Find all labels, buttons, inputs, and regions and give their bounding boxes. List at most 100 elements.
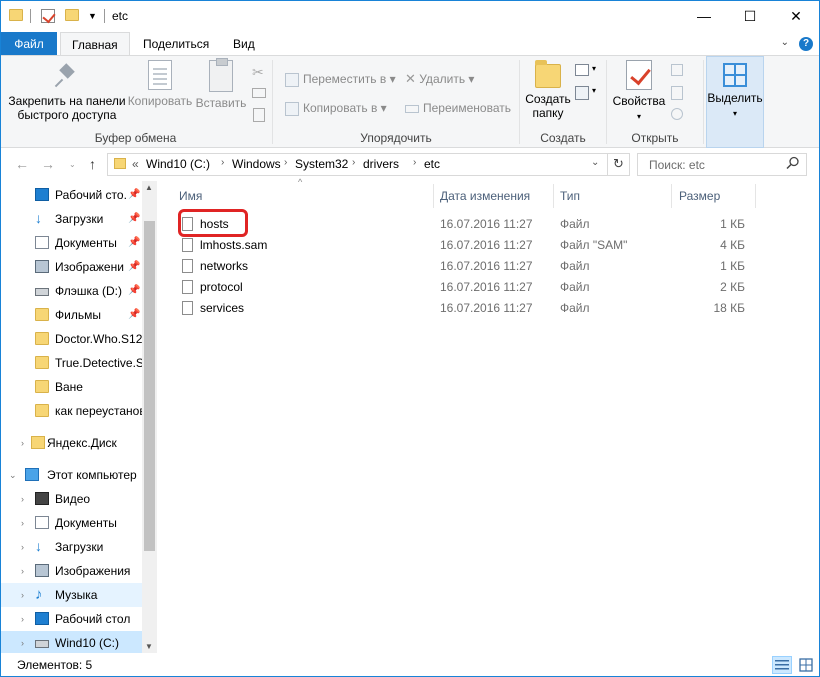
- close-button[interactable]: ✕: [773, 1, 819, 32]
- expand-chevron-icon[interactable]: ›: [21, 559, 24, 583]
- nav-item-downloads-pinned[interactable]: ↓ Загрузки 📌: [1, 207, 143, 231]
- breadcrumb-drivers[interactable]: drivers: [363, 157, 399, 171]
- history-icon[interactable]: [671, 108, 683, 120]
- tab-share[interactable]: Поделиться: [132, 32, 220, 56]
- nav-item-desktop[interactable]: › Рабочий стол: [1, 607, 143, 631]
- tab-home[interactable]: Главная: [60, 32, 130, 56]
- scroll-down-icon[interactable]: ▼: [145, 642, 153, 651]
- nav-item-documents[interactable]: › Документы: [1, 511, 143, 535]
- address-overflow[interactable]: «: [132, 157, 139, 171]
- up-arrow-icon[interactable]: ↑: [89, 156, 96, 172]
- address-dropdown-icon[interactable]: ⌄: [591, 157, 599, 168]
- nav-item-drive-c[interactable]: › Wind10 (C:): [1, 631, 143, 653]
- select-button[interactable]: Выделить ▾: [707, 61, 763, 121]
- refresh-icon[interactable]: ↻: [613, 156, 624, 172]
- breadcrumb-separator-icon[interactable]: ›: [352, 157, 355, 168]
- paste-button[interactable]: Вставить: [195, 58, 247, 110]
- column-separator[interactable]: [553, 184, 554, 208]
- quick-access-new-folder-icon[interactable]: [65, 9, 79, 21]
- nav-item-films[interactable]: Фильмы 📌: [1, 303, 143, 327]
- quick-access-properties-icon[interactable]: [41, 9, 55, 23]
- move-to-button[interactable]: Переместить в ▾: [285, 68, 396, 90]
- nav-item-documents-pinned[interactable]: Документы 📌: [1, 231, 143, 255]
- breadcrumb-separator-icon[interactable]: ›: [413, 157, 416, 168]
- nav-item-yandex-disk[interactable]: › Яндекс.Диск: [1, 431, 143, 455]
- recent-locations-chevron-icon[interactable]: ⌄: [69, 160, 76, 169]
- breadcrumb-system32[interactable]: System32: [295, 157, 348, 171]
- maximize-button[interactable]: ☐: [727, 1, 773, 32]
- pin-to-quick-access-button[interactable]: Закрепить на панели быстрого доступа: [7, 60, 127, 122]
- file-row-lmhosts[interactable]: lmhosts.sam 16.07.2016 11:27 Файл "SAM" …: [177, 235, 757, 256]
- cut-icon[interactable]: ✂: [252, 64, 264, 81]
- nav-item-desktop-pinned[interactable]: Рабочий сто. 📌: [1, 183, 143, 207]
- new-folder-button[interactable]: Создать папку: [522, 60, 574, 120]
- quick-access-dropdown-icon[interactable]: ▼: [88, 11, 97, 21]
- new-item-dropdown-icon[interactable]: ▾: [592, 64, 596, 73]
- minimize-button[interactable]: —: [681, 1, 727, 32]
- nav-item-this-pc[interactable]: ⌄ Этот компьютер: [1, 463, 143, 487]
- nav-item-pictures[interactable]: › Изображения: [1, 559, 143, 583]
- scroll-up-icon[interactable]: ▲: [145, 183, 153, 192]
- breadcrumb-separator-icon[interactable]: ›: [284, 157, 287, 168]
- copy-button[interactable]: Копировать: [127, 60, 193, 108]
- expand-chevron-icon[interactable]: ›: [21, 431, 24, 455]
- nav-item-reinstall[interactable]: как переустанов: [1, 399, 143, 423]
- nav-item-label: Загрузки: [55, 212, 104, 226]
- column-header-date[interactable]: Дата изменения: [440, 188, 530, 212]
- breadcrumb-separator-icon[interactable]: ›: [221, 157, 224, 168]
- downloads-icon: ↓: [35, 210, 42, 226]
- expand-chevron-icon[interactable]: ›: [21, 631, 24, 653]
- file-row-services[interactable]: services 16.07.2016 11:27 Файл 18 КБ: [177, 298, 757, 319]
- expand-chevron-icon[interactable]: ›: [21, 535, 24, 559]
- file-row-networks[interactable]: networks 16.07.2016 11:27 Файл 1 КБ: [177, 256, 757, 277]
- column-header-size[interactable]: Размер: [679, 188, 720, 212]
- search-icon[interactable]: [786, 156, 800, 170]
- large-icons-view-icon[interactable]: [796, 656, 816, 674]
- column-header-type[interactable]: Тип: [560, 188, 580, 212]
- breadcrumb-etc[interactable]: etc: [424, 157, 440, 171]
- nav-item-vane[interactable]: Ване: [1, 375, 143, 399]
- tab-file[interactable]: Файл: [1, 32, 57, 56]
- new-folder-label-line1: Создать: [525, 92, 571, 106]
- column-separator[interactable]: [755, 184, 756, 208]
- open-icon[interactable]: [671, 64, 683, 76]
- collapse-chevron-icon[interactable]: ⌄: [9, 463, 17, 487]
- tab-view[interactable]: Вид: [222, 32, 266, 56]
- expand-chevron-icon[interactable]: ›: [21, 487, 24, 511]
- nav-item-doctor-who[interactable]: Doctor.Who.S12: [1, 327, 143, 351]
- easy-access-dropdown-icon[interactable]: ▾: [592, 86, 596, 95]
- back-arrow-icon[interactable]: ←: [15, 156, 29, 172]
- forward-arrow-icon[interactable]: →: [41, 156, 55, 172]
- ribbon-collapse-chevron-icon[interactable]: ⌄: [781, 37, 789, 48]
- delete-button[interactable]: ✕ Удалить ▾: [405, 68, 474, 90]
- edit-icon[interactable]: [671, 86, 683, 100]
- address-bar[interactable]: « Wind10 (C:) › Windows › System32 › dri…: [107, 153, 630, 176]
- file-row-hosts[interactable]: hosts 16.07.2016 11:27 Файл 1 КБ: [177, 214, 757, 235]
- copy-path-icon[interactable]: [252, 88, 266, 98]
- nav-item-true-detective[interactable]: True.Detective.S(: [1, 351, 143, 375]
- scrollbar-thumb[interactable]: [144, 221, 155, 551]
- expand-chevron-icon[interactable]: ›: [21, 607, 24, 631]
- column-separator[interactable]: [433, 184, 434, 208]
- nav-item-downloads[interactable]: › ↓ Загрузки: [1, 535, 143, 559]
- rename-button[interactable]: Переименовать: [405, 97, 511, 119]
- search-box[interactable]: Поиск: etc: [637, 153, 807, 176]
- properties-button[interactable]: Свойства ▾: [609, 60, 669, 124]
- nav-item-video[interactable]: › Видео: [1, 487, 143, 511]
- nav-item-usb-drive[interactable]: Флэшка (D:) 📌: [1, 279, 143, 303]
- breadcrumb-windows[interactable]: Windows: [232, 157, 281, 171]
- navigation-scrollbar[interactable]: ▲ ▼: [142, 181, 157, 653]
- file-row-protocol[interactable]: protocol 16.07.2016 11:27 Файл 2 КБ: [177, 277, 757, 298]
- column-separator[interactable]: [671, 184, 672, 208]
- details-view-icon[interactable]: [772, 656, 792, 674]
- easy-access-icon[interactable]: [575, 86, 589, 100]
- copy-to-button[interactable]: Копировать в ▾: [285, 97, 387, 119]
- new-item-icon[interactable]: [575, 64, 589, 76]
- expand-chevron-icon[interactable]: ›: [21, 583, 24, 607]
- paste-shortcut-icon[interactable]: [253, 108, 265, 122]
- expand-chevron-icon[interactable]: ›: [21, 511, 24, 535]
- nav-item-music[interactable]: › ♪ Музыка: [1, 583, 143, 607]
- nav-item-pictures-pinned[interactable]: Изображени 📌: [1, 255, 143, 279]
- help-icon[interactable]: ?: [799, 37, 813, 51]
- breadcrumb-drive[interactable]: Wind10 (C:): [146, 157, 210, 171]
